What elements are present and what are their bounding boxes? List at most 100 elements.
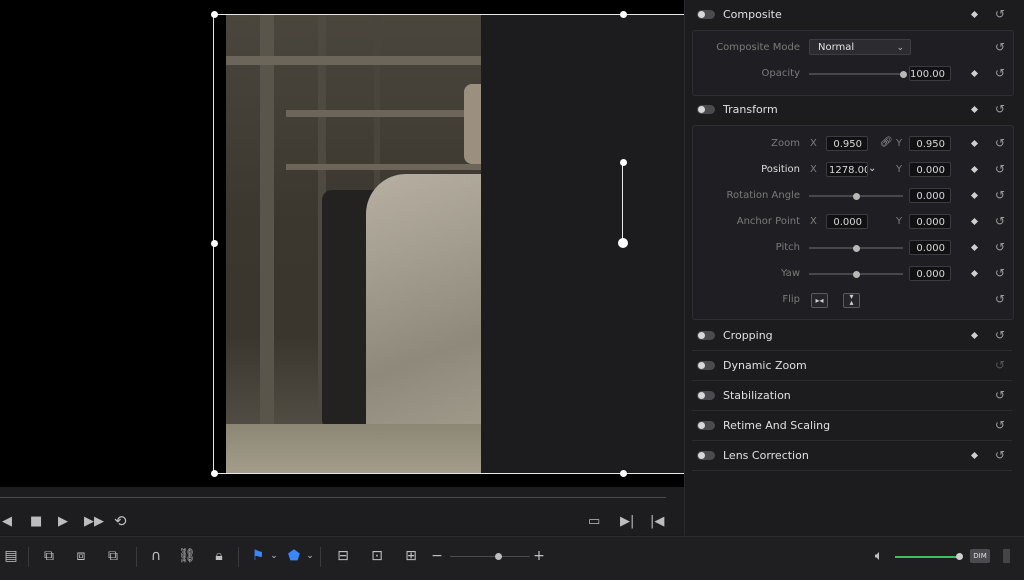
retime-toggle[interactable] [697, 421, 715, 430]
zoom-reset-icon[interactable]: ↺ [993, 136, 1007, 150]
pitch-label: Pitch [775, 242, 800, 253]
pitch-knob[interactable] [852, 245, 860, 252]
match-frame-icon[interactable]: ▭ [588, 514, 600, 530]
transform-handle-left[interactable] [210, 239, 218, 247]
composite-reset-icon[interactable]: ↺ [993, 7, 1007, 21]
anchor-y-axis-label: Y [896, 216, 903, 227]
desk [226, 424, 481, 474]
timeline-zoom-knob[interactable] [495, 553, 502, 560]
yaw-knob[interactable] [852, 271, 860, 278]
rotation-angle-field[interactable]: 0.000 [909, 188, 951, 203]
position-reset-icon[interactable]: ↺ [993, 162, 1007, 176]
play-reverse-icon[interactable]: ◀ [2, 514, 12, 530]
linked-selection-icon[interactable]: ⛓ [176, 546, 198, 566]
flip-vertical-icon[interactable]: ▾ ▴ [843, 293, 860, 308]
opacity-knob[interactable] [899, 71, 907, 78]
pitch-reset-icon[interactable]: ↺ [993, 240, 1007, 254]
dim-button[interactable]: DIM [970, 549, 990, 563]
yaw-reset-icon[interactable]: ↺ [993, 266, 1007, 280]
stabilization-reset-icon[interactable]: ↺ [993, 388, 1007, 402]
timeline-icon[interactable]: ▤ [0, 546, 22, 566]
stabilization-title[interactable]: Stabilization [723, 389, 791, 403]
cropping-reset-icon[interactable]: ↺ [993, 328, 1007, 342]
link-icon[interactable]: 🔗︎ [880, 136, 893, 150]
volume-knob[interactable] [956, 553, 963, 560]
audio-meter-icon [1003, 549, 1010, 563]
lens-correction-title[interactable]: Lens Correction [723, 449, 809, 463]
position-x-field[interactable]: 1278.000 [826, 162, 868, 177]
anchor-x-field[interactable]: 0.000 [826, 214, 868, 229]
rotation-handle[interactable] [619, 158, 627, 166]
scrubber-track[interactable] [0, 497, 666, 498]
transform-reset-icon[interactable]: ↺ [993, 102, 1007, 116]
dynamic-zoom-reset-icon[interactable]: ↺ [993, 358, 1007, 372]
composite-mode-dropdown[interactable]: Normal ⌄ [809, 39, 911, 55]
anchor-y-field[interactable]: 0.000 [909, 214, 951, 229]
zoom-in-icon[interactable]: + [528, 546, 550, 566]
composite-title[interactable]: Composite [723, 8, 782, 22]
stop-icon[interactable]: ■ [30, 514, 42, 530]
overwrite-icon[interactable]: ⧉ [38, 546, 60, 566]
transform-toggle[interactable] [697, 105, 715, 114]
marker-dropdown-icon[interactable]: ⌄ [299, 546, 321, 566]
loop-icon[interactable]: ⟲ [114, 513, 127, 529]
composite-toggle[interactable] [697, 10, 715, 19]
play-icon[interactable]: ▶ [58, 514, 68, 530]
position-x-chevron-icon[interactable]: ⌄ [868, 162, 876, 176]
yaw-field[interactable]: 0.000 [909, 266, 951, 281]
insert-icon[interactable]: ⧉ [102, 546, 124, 566]
anchor-reset-icon[interactable]: ↺ [993, 214, 1007, 228]
dynamic-zoom-toggle[interactable] [697, 361, 715, 370]
viewer-empty-area [481, 14, 684, 474]
replace-icon[interactable]: ⧈ [70, 546, 92, 566]
cropping-toggle[interactable] [697, 331, 715, 340]
transform-title[interactable]: Transform [723, 103, 778, 117]
prev-edit-icon[interactable]: |◀ [650, 514, 664, 530]
volume-icon[interactable]: 🔈︎ [868, 546, 890, 566]
position-y-field[interactable]: 0.000 [909, 162, 951, 177]
retime-reset-icon[interactable]: ↺ [993, 418, 1007, 432]
opacity-field[interactable]: 100.00 [909, 66, 951, 81]
transform-handle-top-left[interactable] [210, 10, 218, 18]
position-x-axis-label: X [810, 164, 817, 175]
position-y-axis-label: Y [896, 164, 903, 175]
opacity-slider[interactable] [809, 73, 903, 75]
flag-dropdown-icon[interactable]: ⌄ [263, 546, 285, 566]
lock-icon[interactable]: 🔒︎ [208, 546, 230, 566]
transform-handle-bottom-left[interactable] [210, 469, 218, 477]
rotation-handle-line [622, 162, 623, 244]
rotation-knob[interactable] [852, 193, 860, 200]
zoom-detail-icon[interactable]: ⊡ [366, 546, 388, 566]
next-edit-icon[interactable]: ▶| [620, 514, 634, 530]
lens-correction-reset-icon[interactable]: ↺ [993, 448, 1007, 462]
retime-title[interactable]: Retime And Scaling [723, 419, 830, 433]
composite-mode-reset-icon[interactable]: ↺ [993, 40, 1007, 54]
zoom-y-field[interactable]: 0.950 [909, 136, 951, 151]
zoom-custom-icon[interactable]: ⊞ [400, 546, 422, 566]
volume-slider[interactable] [895, 556, 959, 558]
cropping-title[interactable]: Cropping [723, 329, 773, 343]
dynamic-zoom-title[interactable]: Dynamic Zoom [723, 359, 807, 373]
rotation-reset-icon[interactable]: ↺ [993, 188, 1007, 202]
anchor-handle[interactable] [618, 238, 628, 248]
zoom-label: Zoom [771, 138, 800, 149]
stabilization-toggle[interactable] [697, 391, 715, 400]
transform-handle-top-right[interactable] [619, 10, 627, 18]
transform-handle-bottom-right[interactable] [619, 469, 627, 477]
snapping-icon[interactable]: ∩ [145, 546, 167, 566]
zoom-out-icon[interactable]: − [426, 546, 448, 566]
zoom-full-icon[interactable]: ⊟ [332, 546, 354, 566]
zoom-y-axis-label: Y [896, 138, 903, 149]
fast-forward-icon[interactable]: ▶▶ [84, 514, 104, 530]
flip-reset-icon[interactable]: ↺ [993, 292, 1007, 306]
flip-horizontal-icon[interactable]: ▸◂ [811, 293, 828, 308]
zoom-x-field[interactable]: 0.950 [826, 136, 868, 151]
timeline-zoom-slider[interactable] [450, 556, 530, 557]
section-divider [692, 380, 1012, 381]
anchor-x-axis-label: X [810, 216, 817, 227]
pitch-field[interactable]: 0.000 [909, 240, 951, 255]
opacity-label: Opacity [761, 68, 800, 79]
opacity-reset-icon[interactable]: ↺ [993, 66, 1007, 80]
lens-correction-toggle[interactable] [697, 451, 715, 460]
composite-mode-label: Composite Mode [716, 42, 800, 53]
